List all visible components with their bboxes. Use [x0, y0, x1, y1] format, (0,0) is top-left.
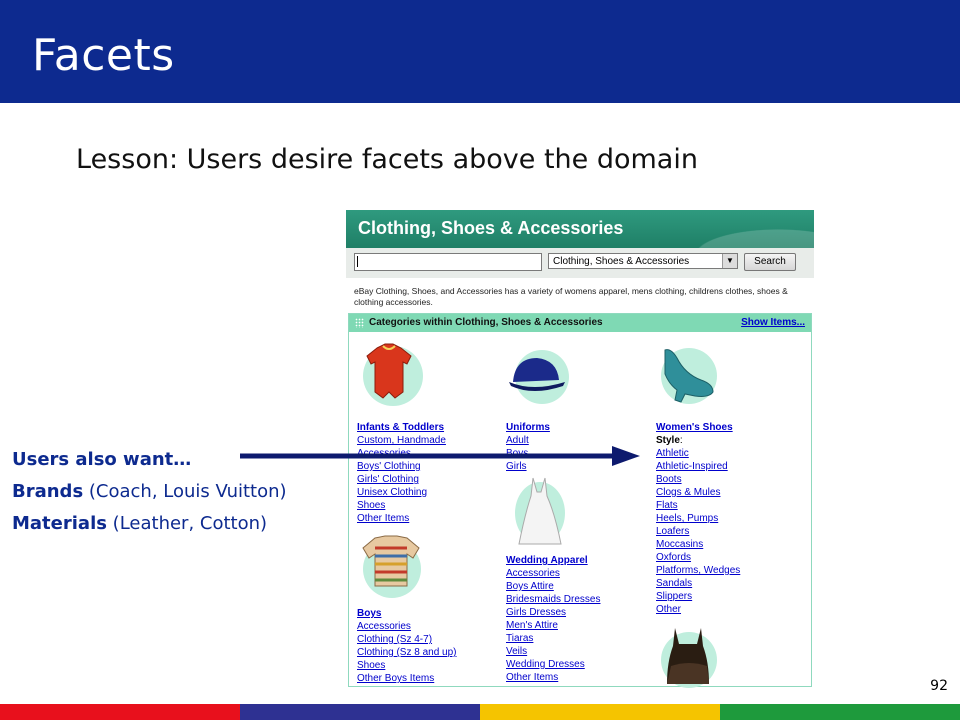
footer-segment-red	[0, 704, 240, 720]
footer-color-bar	[0, 704, 960, 720]
footer-segment-blue	[240, 704, 480, 720]
page-number: 92	[930, 678, 948, 694]
footer-segment-yellow	[480, 704, 720, 720]
callout-arrow	[240, 446, 640, 466]
arrow-head-icon	[612, 446, 640, 466]
footer-segment-green	[720, 704, 960, 720]
